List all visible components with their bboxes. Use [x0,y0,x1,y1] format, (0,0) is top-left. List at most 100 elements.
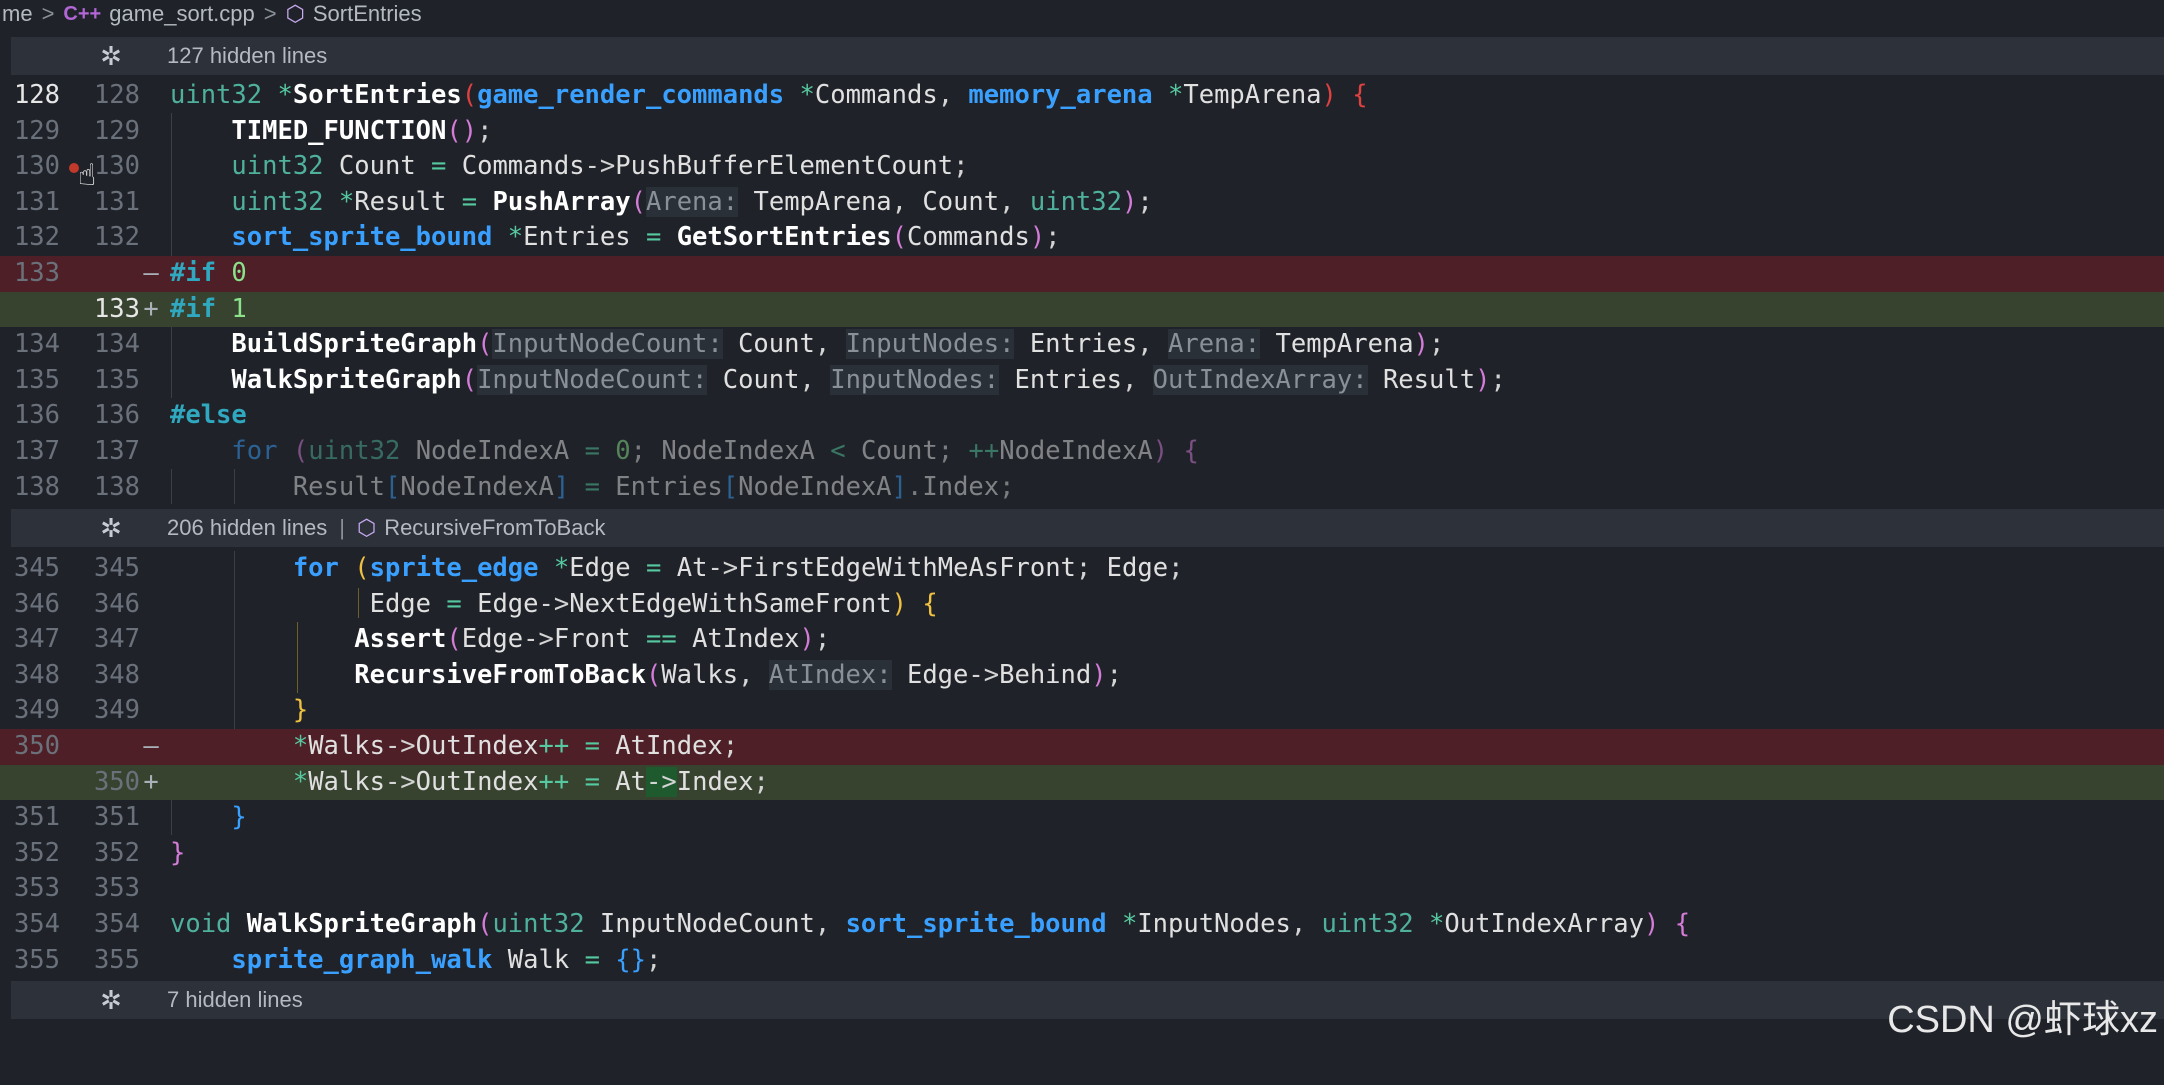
code-text: for (sprite_edge *Edge = At->FirstEdgeWi… [292,553,1184,583]
line-number-new: 135 [93,364,140,395]
code-line[interactable]: 354 354 void WalkSpriteGraph(uint32 Inpu… [0,907,2164,943]
code-line[interactable]: 137 137 for (uint32 NodeIndexA = 0; Node… [0,434,2164,470]
hidden-lines-label: 206 hidden lines [167,515,328,540]
line-number-old: 346 [13,588,60,619]
code-text: #else [170,400,247,431]
code-text: void WalkSpriteGraph(uint32 InputNodeCou… [170,909,1691,939]
line-number-new: 345 [93,553,140,583]
watermark: CSDN @虾球xz [1887,999,2158,1041]
code-text: for (uint32 NodeIndexA = 0; NodeIndexA <… [231,436,1199,466]
code-line[interactable]: 346 346 Edge = Edge->NextEdgeWithSameFro… [0,587,2164,623]
minus-icon: — [143,731,159,761]
line-number-new: 129 [93,115,140,146]
line-number-old: 355 [13,944,60,975]
code-line[interactable]: 135 135 WalkSpriteGraph(InputNodeCount: … [0,363,2164,399]
line-number-old: 129 [13,115,60,146]
line-number-new: 133 [93,293,140,324]
added-line[interactable]: 350 + *Walks->OutIndex++ = At->Index; [0,764,2164,801]
code-line[interactable]: 134 134 BuildSpriteGraph(InputNodeCount:… [0,327,2164,363]
fold-symbol[interactable]: RecursiveFromToBack [384,515,605,541]
hidden-lines-bar[interactable]: ✲ 127 hidden lines [11,37,2164,75]
indent-guide [171,800,172,835]
symbol-cube-icon: ⬡ [285,1,305,26]
code-text: TIMED_FUNCTION(); [231,115,493,146]
plus-icon: + [143,293,159,324]
separator: | [339,515,345,540]
line-number-new: 138 [93,471,140,502]
line-number-new: 134 [93,329,140,360]
line-number-old: 348 [13,659,60,690]
line-number-new: 348 [93,659,140,690]
line-number-new: 353 [93,873,140,904]
code-text: WalkSpriteGraph(InputNodeCount: Count, I… [231,364,1506,395]
line-number-new: 347 [93,624,140,655]
breadcrumb-root[interactable]: me [2,1,33,27]
code-line[interactable]: 353 353 [0,871,2164,907]
indent-guide [171,469,172,504]
code-line[interactable]: 136 136 #else [0,398,2164,434]
breadcrumb-file[interactable]: game_sort.cpp [109,1,255,27]
deleted-line[interactable]: 133 — #if 0 [0,256,2164,292]
code-line[interactable]: 351 351 } [0,800,2164,836]
code-line[interactable]: 349 349 } [0,693,2164,729]
line-number-new: 349 [93,695,140,726]
line-number-new: 352 [93,837,140,868]
line-number-old: 347 [13,624,60,655]
code-text: } [231,802,247,833]
code-line[interactable]: 347 347 Assert(Edge->Front == AtIndex); [0,622,2164,658]
code-line[interactable]: 129 129 TIMED_FUNCTION(); [0,114,2164,150]
code-text: } [292,695,309,726]
code-text: sort_sprite_bound *Entries = GetSortEntr… [231,222,1061,253]
breadcrumb-symbol[interactable]: SortEntries [313,1,422,27]
deleted-line[interactable]: 350 — *Walks->OutIndex++ = AtIndex; [0,729,2164,765]
code-line[interactable]: 131 131 uint32 *Result = PushArray(Arena… [0,185,2164,221]
code-text: *Walks->OutIndex++ = AtIndex; [292,731,739,761]
code-text: } [170,837,186,868]
added-line[interactable]: 133 + #if 1 [0,291,2164,328]
line-number-old: 133 [13,258,60,288]
unfold-icon[interactable]: ✲ [66,985,156,1016]
unfold-icon[interactable]: ✲ [66,41,156,72]
code-text: *Walks->OutIndex++ = At->Index; [292,766,769,797]
hidden-lines-label: 127 hidden lines [167,43,328,68]
hidden-lines-bar[interactable]: ✲ 206 hidden lines | ⬡ RecursiveFromToBa… [11,509,2164,547]
code-text: Edge = Edge->NextEdgeWithSameFront) { [369,588,938,619]
unfold-icon[interactable]: ✲ [66,513,156,544]
code-line[interactable]: 355 355 sprite_graph_walk Walk = {}; [0,943,2164,979]
code-text: Result[NodeIndexA] = Entries[NodeIndexA]… [292,471,1015,502]
hidden-lines-label: 7 hidden lines [167,987,303,1012]
line-number-old: 132 [13,222,60,253]
line-number-old: 137 [13,436,60,466]
code-line[interactable]: 348 348 RecursiveFromToBack(Walks, AtInd… [0,658,2164,694]
code-line[interactable]: 138 138 Result[NodeIndexA] = Entries[Nod… [0,470,2164,506]
code-line[interactable]: 345 345 for (sprite_edge *Edge = At->Fir… [0,551,2164,587]
indent-guide [358,588,359,618]
chevron-right-icon: > [263,1,277,26]
line-number-old: 135 [13,364,60,395]
breadcrumb: me > C++ game_sort.cpp > ⬡ SortEntries [0,0,2164,28]
indent-guide [234,551,235,729]
code-text: uint32 *Result = PushArray(Arena: TempAr… [231,186,1153,217]
code-text: uint32 *SortEntries(game_render_commands… [170,80,1368,110]
line-number-old: 131 [13,186,60,217]
code-line[interactable]: 128 128 uint32 *SortEntries(game_render_… [0,78,2164,114]
code-text: RecursiveFromToBack(Walks, AtIndex: Edge… [354,659,1122,690]
hand-cursor-icon: ☝ [78,158,97,193]
code-line[interactable]: 130 130 uint32 Count = Commands->PushBuf… [0,149,2164,185]
code-line[interactable]: 132 132 sort_sprite_bound *Entries = Get… [0,220,2164,256]
line-number-new: 136 [93,400,140,431]
cpp-file-icon: C++ [63,2,102,25]
indent-guide [297,622,298,693]
line-number-old: 351 [13,802,60,833]
code-line[interactable]: 352 352 } [0,836,2164,872]
symbol-cube-icon: ⬡ [356,515,377,540]
code-text: BuildSpriteGraph(InputNodeCount: Count, … [231,329,1445,360]
plus-icon: + [143,766,159,797]
code-text: sprite_graph_walk Walk = {}; [231,944,662,975]
hidden-lines-bar[interactable]: ✲ 7 hidden lines [11,981,2164,1019]
line-number-new: 137 [93,436,140,466]
line-number-old: 130 [13,151,60,182]
line-number-new: 128 [93,80,140,110]
line-number-old: 349 [13,695,60,726]
code-text: uint32 Count = Commands->PushBufferEleme… [231,151,969,182]
